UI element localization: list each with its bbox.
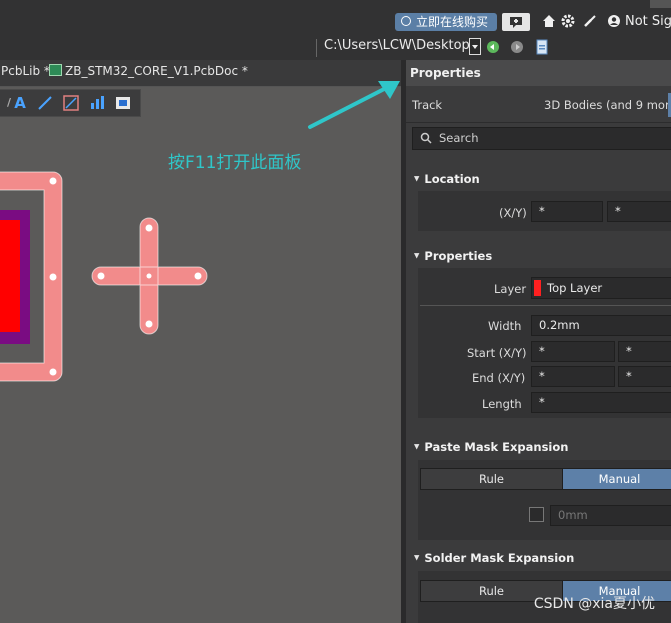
paste-mask-manual-button[interactable]: Manual xyxy=(562,468,671,490)
divider xyxy=(420,305,671,306)
sign-in-status[interactable]: Not Sig xyxy=(625,14,671,29)
end-xy-label: End (X/Y) xyxy=(472,371,526,385)
search-box[interactable]: Search xyxy=(412,127,671,150)
window-strip xyxy=(650,0,671,8)
track-vertex-handle[interactable] xyxy=(145,320,153,328)
width-label: Width xyxy=(488,319,522,333)
location-xy-label: (X/Y) xyxy=(499,206,527,220)
document-icon[interactable] xyxy=(536,39,548,55)
width-field[interactable]: 0.2mm xyxy=(531,315,671,336)
track-vertex-handle[interactable] xyxy=(49,273,57,281)
search-placeholder: Search xyxy=(439,131,479,145)
component-pad xyxy=(0,220,20,332)
section-paste-mask[interactable]: Paste Mask Expansion xyxy=(414,440,568,454)
tab-pcbdoc[interactable]: ZB_STM32_CORE_V1.PcbDoc * xyxy=(49,64,248,78)
start-xy-label: Start (X/Y) xyxy=(467,346,527,360)
end-y-field[interactable]: * xyxy=(618,366,671,387)
track-vertex-handle[interactable] xyxy=(145,224,153,232)
online-buy-label: 立即在线购买 xyxy=(416,15,489,29)
tab-pcblib[interactable]: PcbLib * xyxy=(1,64,50,78)
path-dropdown-button[interactable] xyxy=(469,38,481,55)
tools-icon[interactable] xyxy=(583,14,597,28)
user-icon[interactable] xyxy=(607,14,621,28)
properties-panel: Properties Track 3D Bodies (and 9 more) … xyxy=(401,60,671,623)
path-field[interactable]: C:\Users\LCW\Desktop\f xyxy=(324,38,479,53)
divider xyxy=(406,122,671,123)
pcb-file-icon xyxy=(49,64,62,76)
paste-mask-rule-button[interactable]: Rule xyxy=(420,468,563,490)
layer-color-swatch xyxy=(534,280,541,296)
forward-icon[interactable] xyxy=(510,40,524,54)
start-x-field[interactable]: * xyxy=(531,341,615,362)
path-separator xyxy=(316,39,317,57)
object-type-label: Track xyxy=(412,98,443,112)
location-x-field[interactable]: * xyxy=(531,201,603,222)
layer-value: Top Layer xyxy=(547,281,603,295)
path-bar: C:\Users\LCW\Desktop\f xyxy=(0,36,671,60)
track-vertex-handle[interactable] xyxy=(49,177,57,185)
feedback-icon[interactable] xyxy=(502,13,530,31)
tab-pcblib-label: PcbLib * xyxy=(1,64,50,78)
paste-mask-checkbox[interactable] xyxy=(529,507,544,522)
search-icon xyxy=(420,132,432,147)
annotation-text: 按F11打开此面板 xyxy=(168,153,302,173)
section-properties[interactable]: Properties xyxy=(414,249,492,263)
layer-select[interactable]: Top Layer xyxy=(531,277,671,299)
watermark: CSDN @xia夏小优 xyxy=(533,596,655,612)
gear-icon[interactable] xyxy=(561,14,575,28)
annotation-arrow xyxy=(308,81,400,129)
section-solder-mask[interactable]: Solder Mask Expansion xyxy=(414,551,574,565)
circle-d-icon xyxy=(401,16,411,26)
paste-mask-value-field[interactable]: 0mm xyxy=(550,505,671,526)
track-vertex-handle[interactable] xyxy=(194,272,202,280)
tab-pcbdoc-label: ZB_STM32_CORE_V1.PcbDoc * xyxy=(65,64,248,78)
start-y-field[interactable]: * xyxy=(618,341,671,362)
location-y-field[interactable]: * xyxy=(607,201,671,222)
top-bar: 立即在线购买 Not Sig xyxy=(0,0,671,36)
online-buy-button[interactable]: 立即在线购买 xyxy=(395,13,497,31)
track-vertex-handle[interactable] xyxy=(97,272,105,280)
track-vertex-handle[interactable] xyxy=(146,273,152,279)
track-vertex-handle[interactable] xyxy=(49,368,57,376)
end-x-field[interactable]: * xyxy=(531,366,615,387)
object-filter-summary[interactable]: 3D Bodies (and 9 more) xyxy=(544,98,671,112)
panel-title: Properties xyxy=(406,60,671,86)
length-field[interactable]: * xyxy=(531,392,671,413)
back-icon[interactable] xyxy=(486,40,500,54)
length-label: Length xyxy=(482,397,522,411)
layer-label: Layer xyxy=(494,282,527,296)
home-icon[interactable] xyxy=(542,14,556,28)
section-location[interactable]: Location xyxy=(414,172,479,186)
